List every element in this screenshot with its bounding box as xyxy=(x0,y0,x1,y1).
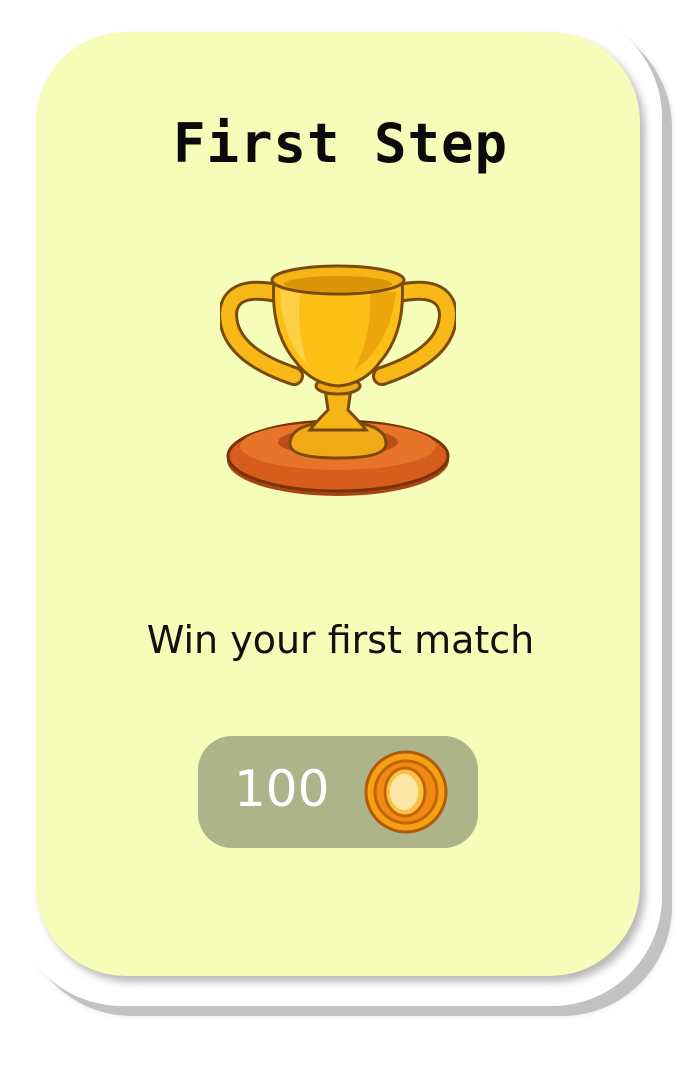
coin-icon xyxy=(364,750,448,834)
achievement-title: First Step xyxy=(172,112,509,175)
reward-amount: 100 xyxy=(234,760,330,818)
achievement-description: Win your first match xyxy=(146,618,535,662)
achievement-card-stage: First Step Win your first match 100 xyxy=(0,0,681,1072)
trophy-icon xyxy=(217,262,459,502)
